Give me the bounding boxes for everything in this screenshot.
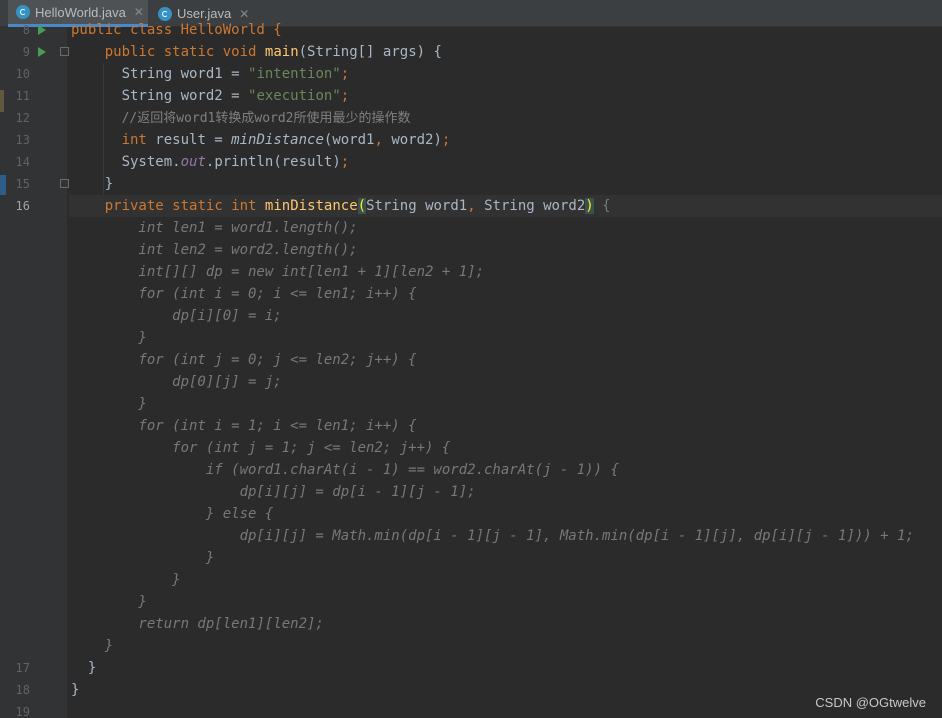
folded-code-line: int len1 = word1.length(); <box>71 220 358 236</box>
line-number: 12 <box>15 111 30 125</box>
folded-code-line: dp[0][j] = j; <box>71 374 282 390</box>
code-line-17: } <box>87 660 97 676</box>
code-line-11: String word2 = "execution"; <box>121 88 350 104</box>
code-line-10: String word1 = "intention"; <box>121 66 350 82</box>
folded-code-line: if (word1.charAt(i - 1) == word2.charAt(… <box>71 462 619 478</box>
editor-gutter: 8 9 10 11 12 13 14 15 16 17 18 19 <box>0 23 69 718</box>
folded-code-line: int[][] dp = new int[len1 + 1][len2 + 1]… <box>71 264 485 280</box>
folded-code-line: return dp[len1][len2]; <box>71 616 324 632</box>
folded-code-line: for (int j = 1; j <= len2; j++) { <box>71 440 451 456</box>
folded-code-line: } <box>71 396 147 412</box>
code-line-13: int result = minDistance(word1, word2); <box>121 132 451 148</box>
watermark: CSDN @OGtwelve <box>815 695 926 710</box>
line-number: 14 <box>15 155 30 169</box>
code-line-16: private static int minDistance(String wo… <box>104 198 611 214</box>
close-icon[interactable]: ✕ <box>134 5 144 19</box>
code-line-14: System.out.println(result); <box>121 154 350 170</box>
line-number: 9 <box>22 45 30 59</box>
folded-code-line: dp[i][0] = i; <box>71 308 282 324</box>
folded-code-line: for (int j = 0; j <= len2; j++) { <box>71 352 417 368</box>
folded-code-line: } <box>71 594 147 610</box>
line-number: 11 <box>15 89 30 103</box>
folded-code-line: } <box>71 638 114 654</box>
line-number: 19 <box>15 705 30 718</box>
folded-code-line: int len2 = word2.length(); <box>71 242 358 258</box>
folded-code-line: } <box>71 550 215 566</box>
code-line-15: } <box>104 176 114 192</box>
line-number-current: 16 <box>15 199 30 213</box>
code-editor[interactable]: public class HelloWorld { public static … <box>69 22 942 718</box>
code-line-9: public static void main(String[] args) { <box>104 44 442 60</box>
folded-code-line: } <box>71 572 181 588</box>
run-class-icon[interactable] <box>38 25 46 35</box>
line-number: 18 <box>15 683 30 697</box>
tab-label: HelloWorld.java <box>35 4 126 20</box>
fold-toggle-icon[interactable] <box>60 179 69 188</box>
line-number: 10 <box>15 67 30 81</box>
code-line-18: } <box>71 682 80 698</box>
line-number: 13 <box>15 133 30 147</box>
code-line-8: public class HelloWorld { <box>71 22 282 38</box>
folded-code-line: } else { <box>71 506 274 522</box>
line-number: 15 <box>15 177 30 191</box>
code-line-12-comment: //返回将word1转换成word2所使用最少的操作数 <box>121 111 411 126</box>
fold-toggle-icon[interactable] <box>60 47 69 56</box>
java-class-icon <box>16 5 30 19</box>
line-number: 17 <box>15 661 30 675</box>
folded-code-line: } <box>71 330 147 346</box>
run-main-icon[interactable] <box>38 47 46 57</box>
folded-code-line: dp[i][j] = dp[i - 1][j - 1]; <box>71 484 476 500</box>
folded-code-line: for (int i = 0; i <= len1; i++) { <box>71 286 417 302</box>
line-number: 8 <box>22 23 30 37</box>
folded-code-line: for (int i = 1; i <= len1; i++) { <box>71 418 417 434</box>
folded-code-line: dp[i][j] = Math.min(dp[i - 1][j - 1], Ma… <box>71 528 914 544</box>
